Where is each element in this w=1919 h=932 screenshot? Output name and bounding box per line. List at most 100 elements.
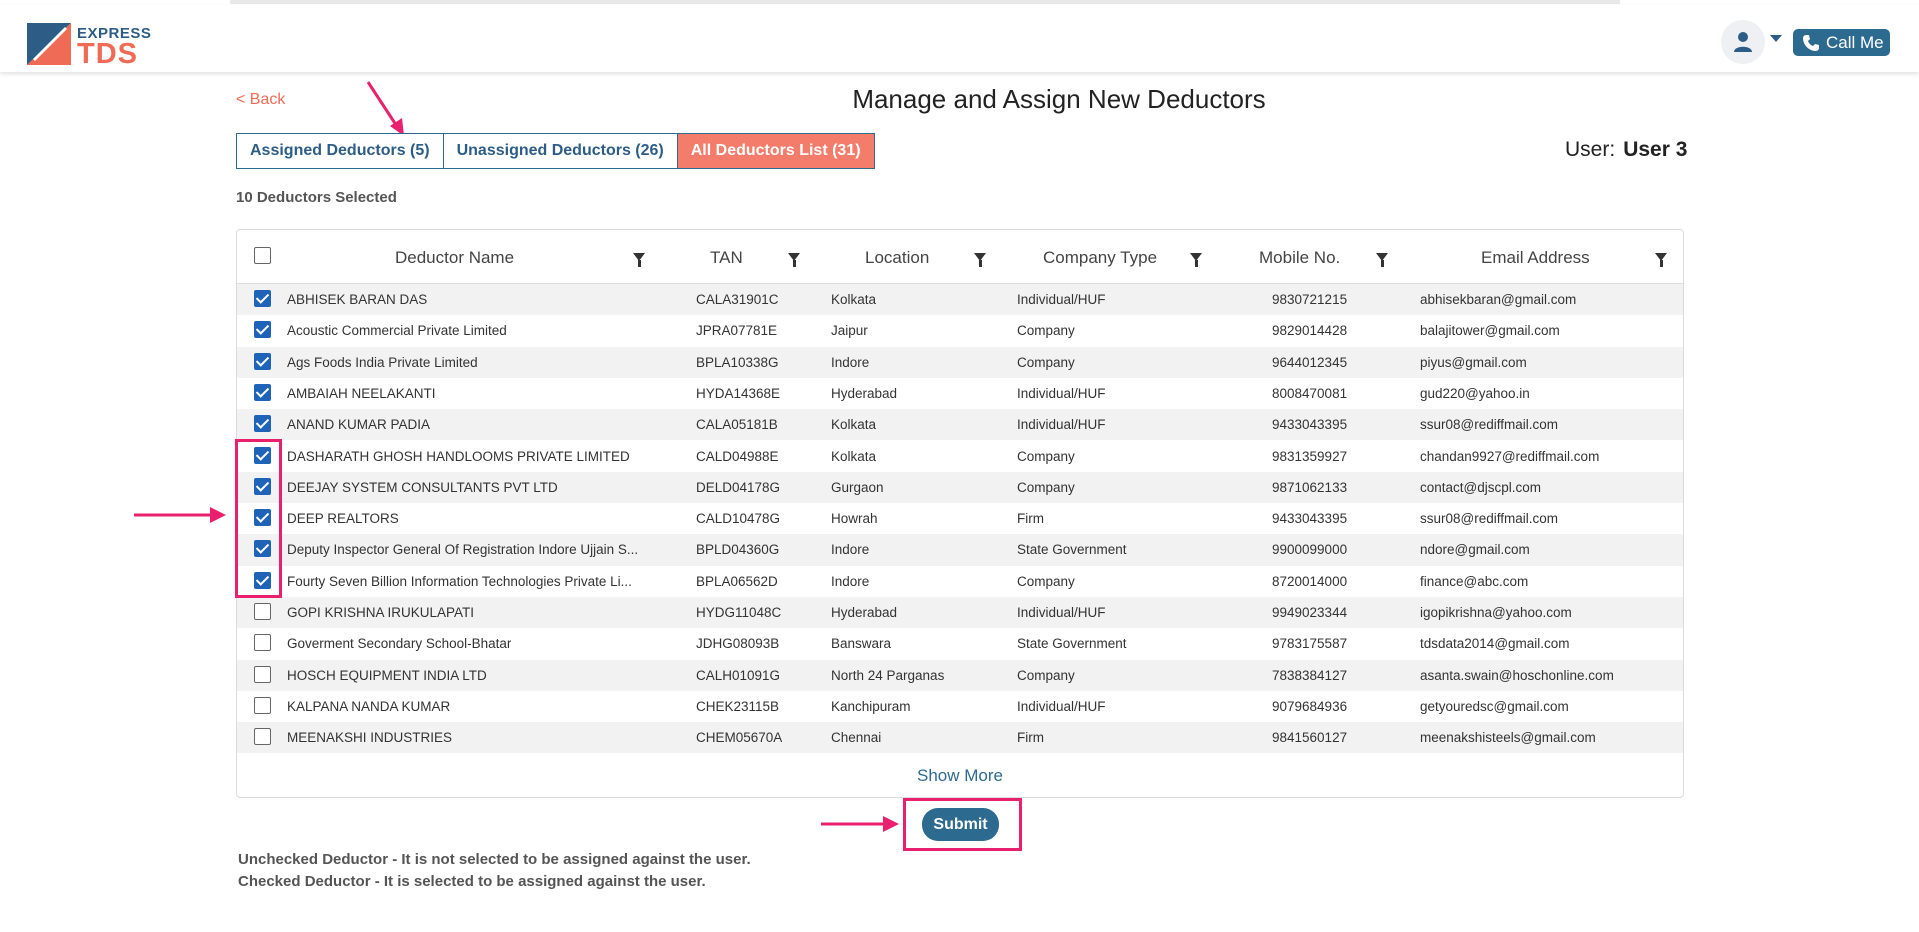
cell-location: Indore (831, 542, 870, 558)
cell-name: MEENAKSHI INDUSTRIES (287, 730, 453, 746)
avatar[interactable] (1721, 20, 1765, 64)
deductor-tabs: Assigned Deductors (5) Unassigned Deduct… (236, 133, 875, 169)
cell-type: Individual/HUF (1017, 698, 1106, 714)
tab-assigned-deductors[interactable]: Assigned Deductors (5) (236, 133, 444, 169)
filter-icon[interactable] (974, 253, 986, 267)
table-row[interactable]: HOSCH EQUIPMENT INDIA LTD CALH01091G North… (237, 659, 1683, 691)
cell-type: Company (1017, 354, 1075, 370)
annotation-box-checkboxes (235, 439, 282, 598)
table-row[interactable]: GOPI KRISHNA IRUKULAPATI HYDG11048C Hydera… (237, 597, 1683, 629)
table-header: Deductor Name TAN Location Company Type … (237, 230, 1683, 284)
filter-icon[interactable] (788, 253, 800, 267)
cell-name: GOPI KRISHNA IRUKULAPATI (287, 605, 475, 620)
row-checkbox[interactable] (254, 728, 271, 746)
cell-type: Firm (1017, 511, 1044, 527)
tab-unassigned-deductors[interactable]: Unassigned Deductors (26) (443, 133, 678, 169)
cell-mobile: 9079684936 (1272, 698, 1348, 714)
brand-logo[interactable]: EXPRESS TDS (27, 19, 157, 70)
table-row[interactable]: Goverment Secondary School-Bhatar JDHG080… (237, 628, 1683, 659)
table-row[interactable]: DASHARATH GHOSH HANDLOOMS PRIVATE LIMITE… (237, 441, 1683, 472)
row-checkbox[interactable] (254, 696, 271, 714)
call-me-button[interactable]: Call Me (1793, 29, 1890, 56)
filter-icon[interactable] (633, 253, 645, 267)
row-checkbox[interactable] (254, 321, 271, 339)
cell-email: tdsdata2014@gmail.com (1420, 636, 1570, 652)
row-checkbox[interactable] (254, 383, 271, 401)
row-checkbox[interactable] (254, 665, 271, 683)
call-me-label: Call Me (1826, 33, 1884, 52)
annotation-arrow-submit (821, 816, 899, 832)
cell-location: Banswara (831, 636, 892, 652)
cell-location: Kanchipuram (831, 698, 911, 714)
table-row[interactable]: MEENAKSHI INDUSTRIES CHEM05670A Chennai Fir… (237, 722, 1683, 754)
cell-type: Company (1017, 667, 1075, 683)
cell-mobile: 9433043395 (1272, 511, 1348, 527)
row-checkbox[interactable] (254, 634, 271, 652)
app-header: EXPRESS TDS Call Me (0, 5, 1919, 72)
current-user: User: User 3 (1565, 138, 1687, 162)
cell-tan: HYDG11048C (696, 605, 782, 620)
cell-type: State Government (1017, 636, 1127, 652)
tab-all-deductors[interactable]: All Deductors List (31) (677, 133, 875, 169)
cell-tan: CHEK23115B (696, 698, 780, 714)
table-row[interactable]: Deputy Inspector General Of Registration… (237, 534, 1683, 566)
cell-tan: CALD10478G (696, 511, 781, 527)
top-scroll-strip (230, 0, 1620, 4)
logo-icon (27, 23, 71, 65)
cell-name: Ags Foods India Private Limited (287, 354, 478, 370)
cell-tan: BPLA10338G (696, 354, 779, 370)
filter-icon[interactable] (1190, 253, 1202, 267)
table-row[interactable]: Ags Foods India Private Limited BPLA10338… (237, 346, 1683, 378)
cell-email: gud220@yahoo.in (1420, 385, 1530, 401)
filter-icon[interactable] (1376, 253, 1388, 267)
cell-mobile: 9829014428 (1272, 323, 1348, 339)
brand-line2: TDS (77, 38, 138, 70)
row-checkbox[interactable] (254, 290, 271, 307)
cell-mobile: 9900099000 (1272, 542, 1348, 558)
cell-mobile: 9949023344 (1272, 605, 1348, 620)
select-all-checkbox[interactable] (254, 247, 271, 264)
cell-location: Hyderabad (831, 385, 898, 401)
user-label: User: (1565, 138, 1616, 161)
cell-name: Fourty Seven Billion Information Technol… (287, 573, 632, 589)
cell-type: State Government (1017, 542, 1127, 558)
cell-email: meenakshisteels@gmail.com (1420, 730, 1596, 746)
table-row[interactable]: Fourty Seven Billion Information Technol… (237, 566, 1683, 597)
filter-icon[interactable] (1655, 253, 1667, 267)
cell-email: ssur08@rediffmail.com (1420, 417, 1558, 433)
cell-name: Acoustic Commercial Private Limited (287, 323, 507, 339)
cell-type: Company (1017, 448, 1075, 464)
table-row[interactable]: ABHISEK BARAN DAS CALA31901C Kolkata Indivi… (237, 284, 1683, 316)
table-row[interactable]: Acoustic Commercial Private Limited JPRA0… (237, 315, 1683, 346)
submit-button[interactable]: Submit (922, 808, 999, 841)
cell-tan: DELD04178G (696, 479, 781, 495)
table-row[interactable]: ANAND KUMAR PADIA CALA05181B Kolkata Indivi… (237, 409, 1683, 441)
cell-name: Goverment Secondary School-Bhatar (287, 636, 512, 652)
table-row[interactable]: AMBAIAH NEELAKANTI HYDA14368E Hyderabad Ind… (237, 378, 1683, 409)
show-more-link[interactable]: Show More (237, 766, 1683, 786)
table-row[interactable]: KALPANA NANDA KUMAR CHEK23115B Kanchipuram… (237, 691, 1683, 722)
cell-tan: CALH01091G (696, 667, 781, 683)
cell-location: Chennai (831, 730, 882, 746)
cell-tan: CALD04988E (696, 448, 779, 464)
cell-mobile: 9644012345 (1272, 354, 1348, 370)
cell-location: North 24 Parganas (831, 667, 945, 683)
row-checkbox[interactable] (254, 603, 271, 620)
table-row[interactable]: DEEJAY SYSTEM CONSULTANTS PVT LTD DELD041… (237, 471, 1683, 504)
row-checkbox[interactable] (254, 352, 271, 370)
cell-type: Company (1017, 573, 1075, 589)
cell-tan: CHEM05670A (696, 730, 783, 746)
table-row[interactable]: DEEP REALTORS CALD10478G Howrah Firm 9433043… (237, 503, 1683, 534)
cell-name: AMBAIAH NEELAKANTI (287, 385, 436, 401)
selected-count: 10 Deductors Selected (236, 189, 397, 206)
cell-tan: BPLD04360G (696, 542, 780, 558)
legend-checked: Checked Deductor - It is selected to be … (238, 873, 706, 890)
row-checkbox[interactable] (254, 415, 271, 433)
cell-name: ANAND KUMAR PADIA (287, 417, 431, 433)
cell-location: Hyderabad (831, 605, 898, 620)
cell-name: DEEJAY SYSTEM CONSULTANTS PVT LTD (287, 479, 558, 495)
chevron-down-icon[interactable] (1770, 35, 1782, 42)
cell-name: KALPANA NANDA KUMAR (287, 698, 451, 714)
cell-email: piyus@gmail.com (1420, 354, 1527, 370)
column-header-mobile: Mobile No. (1259, 248, 1341, 267)
